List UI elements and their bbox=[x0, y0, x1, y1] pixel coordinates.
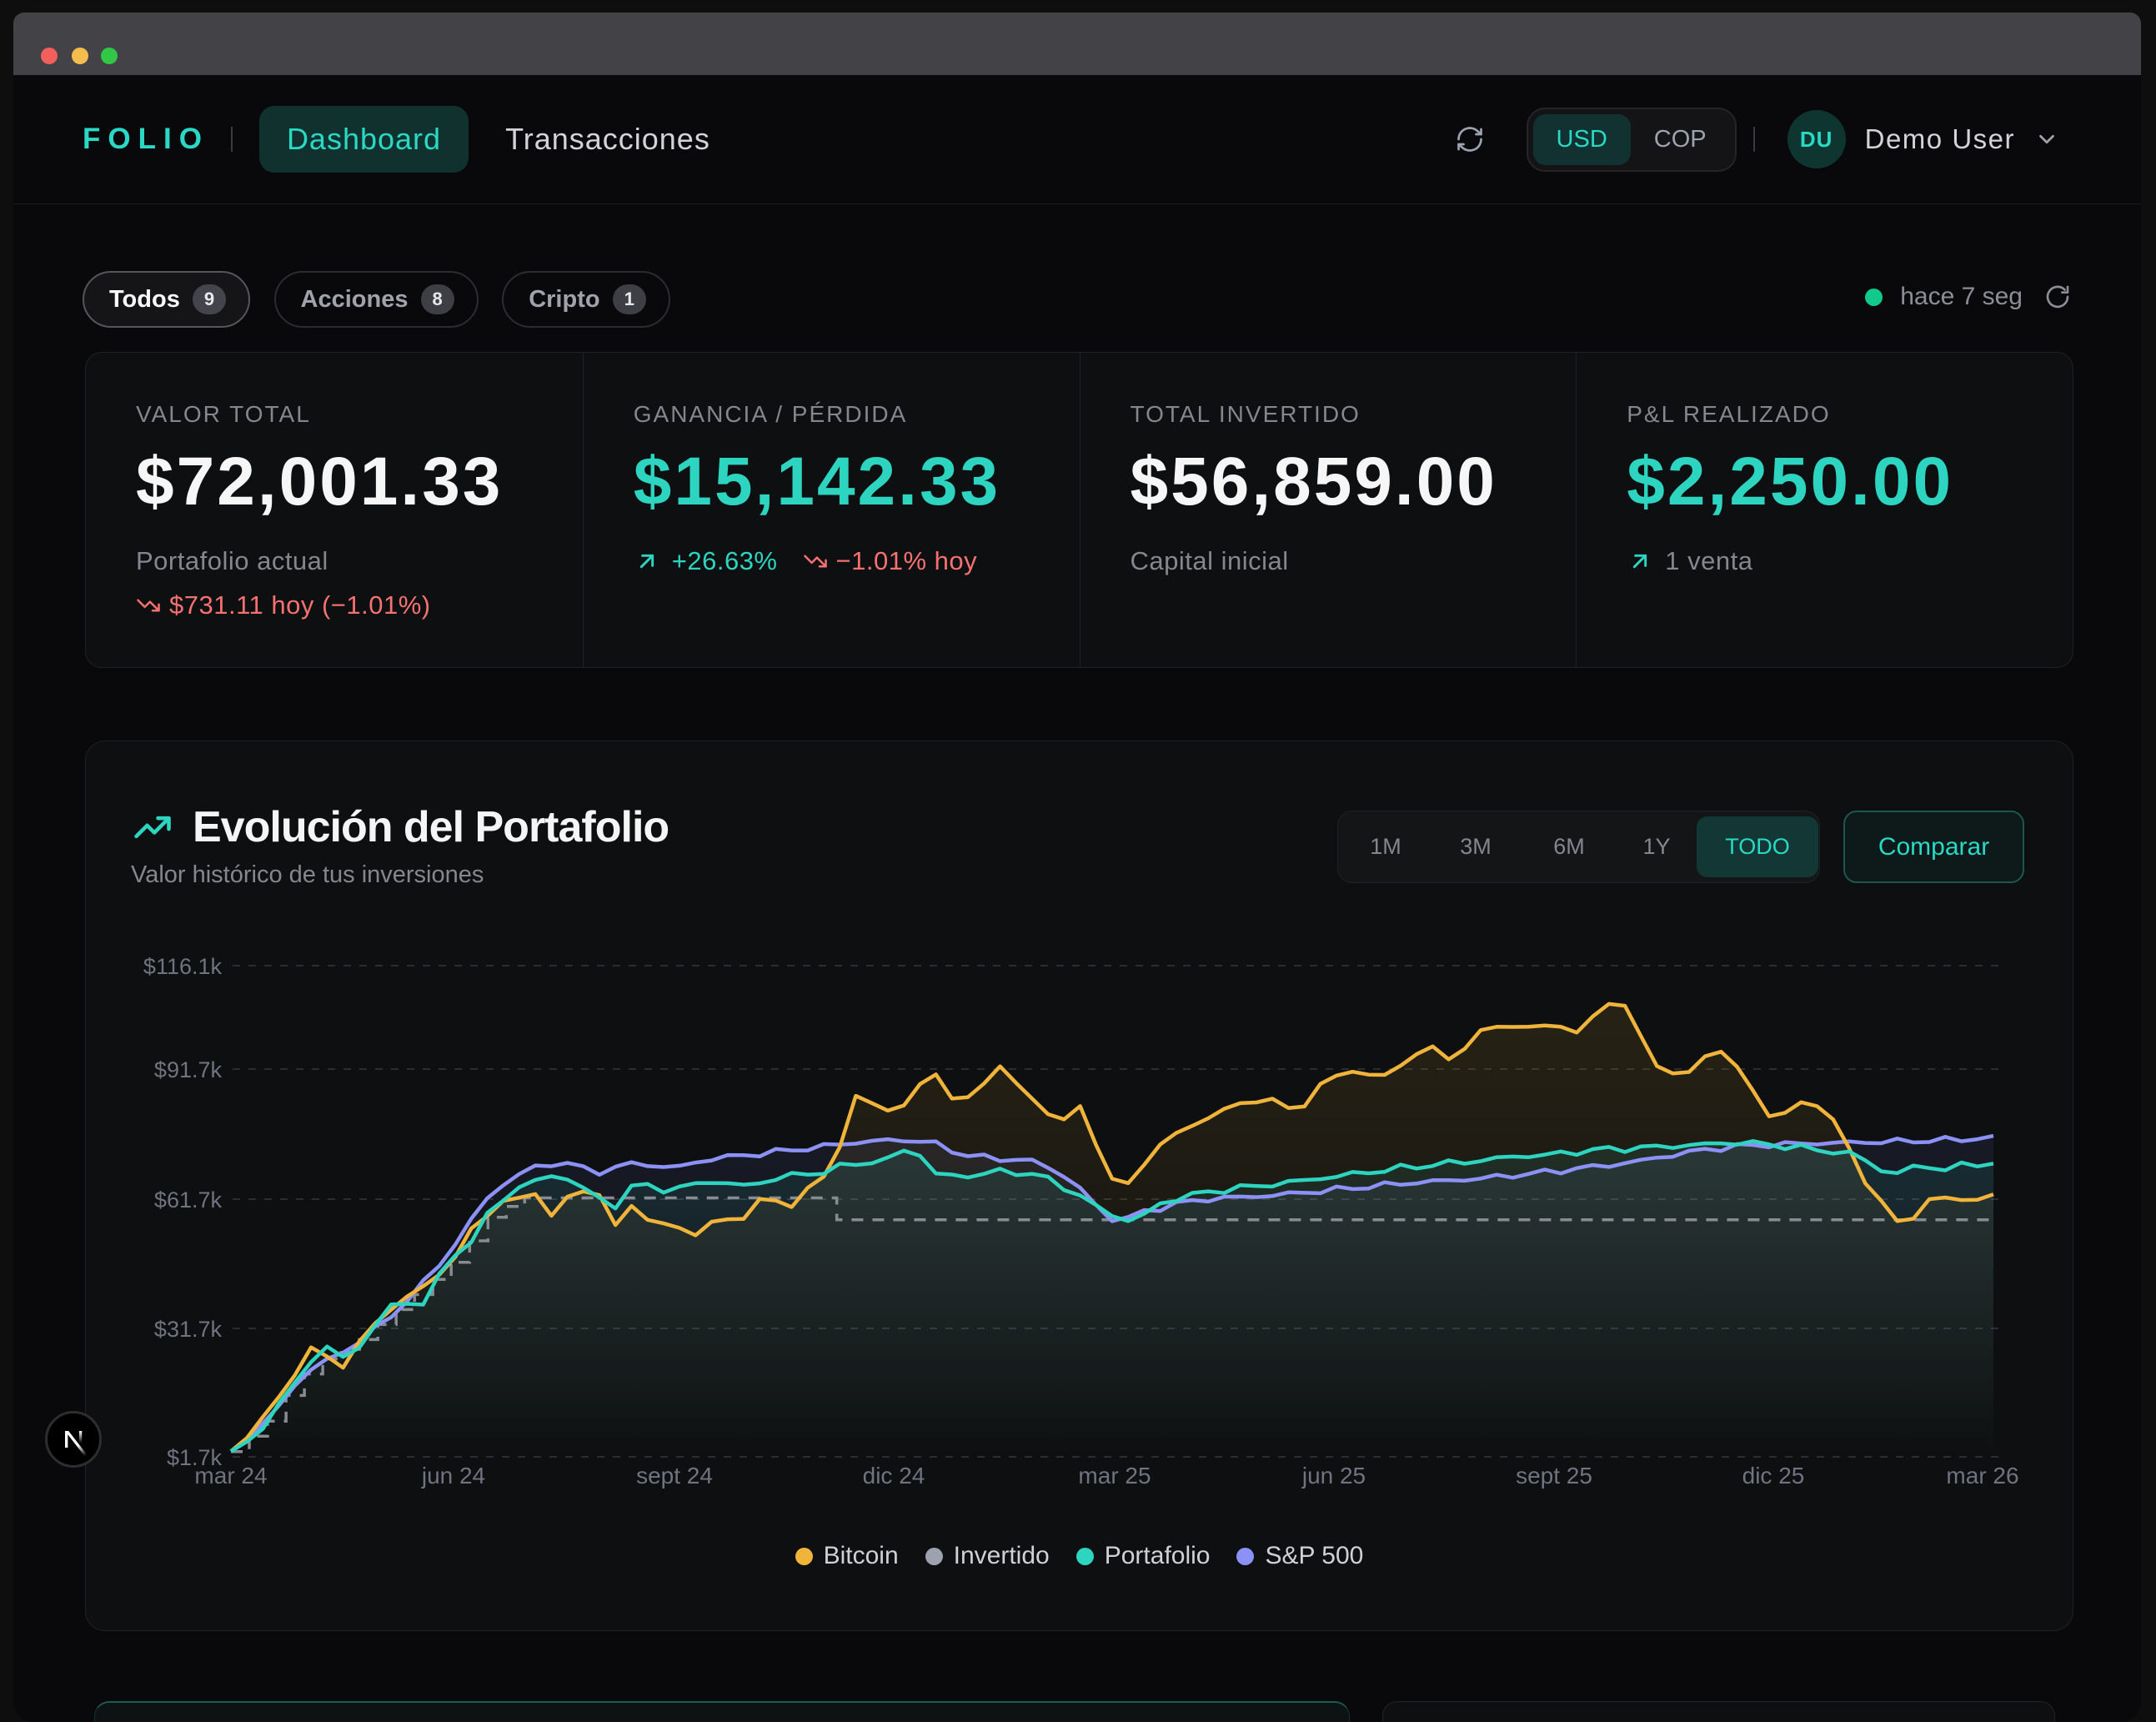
svg-text:$116.1k: $116.1k bbox=[143, 954, 223, 979]
svg-text:sept 25: sept 25 bbox=[1516, 1463, 1592, 1489]
svg-text:sept 24: sept 24 bbox=[636, 1463, 713, 1489]
svg-text:mar 24: mar 24 bbox=[194, 1463, 267, 1489]
svg-text:mar 26: mar 26 bbox=[1946, 1463, 2018, 1489]
svg-text:dic 25: dic 25 bbox=[1742, 1463, 1805, 1489]
svg-text:$91.7k: $91.7k bbox=[154, 1057, 223, 1082]
svg-text:mar 25: mar 25 bbox=[1078, 1463, 1151, 1489]
svg-text:jun 24: jun 24 bbox=[421, 1463, 485, 1489]
svg-text:dic 24: dic 24 bbox=[863, 1463, 925, 1489]
svg-text:$31.7k: $31.7k bbox=[154, 1317, 223, 1342]
svg-text:$61.7k: $61.7k bbox=[154, 1187, 223, 1212]
svg-text:jun 25: jun 25 bbox=[1301, 1463, 1366, 1489]
